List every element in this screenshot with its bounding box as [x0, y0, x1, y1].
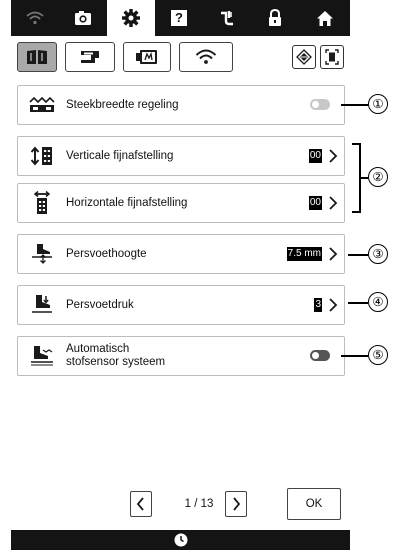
- sub-tab-bar: [11, 36, 350, 78]
- callout-1: ①: [368, 94, 388, 114]
- chevron-right-icon: [233, 497, 241, 511]
- callout-line: [359, 177, 368, 179]
- callout-line: [348, 302, 368, 304]
- setting-horizontal-fine-adjust[interactable]: Horizontale fijnafstelling 00: [17, 183, 345, 223]
- horizontal-adjust-icon: [33, 191, 51, 214]
- presser-foot-pressure-icon: [32, 295, 52, 313]
- embroidery-icon: [136, 50, 157, 64]
- chevron-right-icon[interactable]: [326, 296, 340, 314]
- setting-label: Steekbreedte regeling: [66, 98, 179, 111]
- setting-label: Automatisch stofsensor systeem: [66, 343, 166, 368]
- tab-home[interactable]: [299, 0, 350, 36]
- setting-label: Horizontale fijnafstelling: [66, 196, 188, 209]
- camera-icon: [75, 11, 91, 25]
- setting-presser-foot-pressure[interactable]: Persvoetdruk 3: [17, 285, 345, 325]
- manual-icon: [27, 50, 47, 64]
- tab-help[interactable]: ?: [155, 0, 203, 36]
- horizontal-adjust-value: 00: [308, 196, 322, 210]
- callout-line: [341, 104, 368, 106]
- stitch-width-toggle[interactable]: [310, 99, 330, 110]
- help-icon: ?: [171, 10, 187, 26]
- setting-vertical-fine-adjust[interactable]: Verticale fijnafstelling 00: [17, 136, 345, 176]
- home-icon: [316, 10, 333, 26]
- callout-line: [348, 254, 368, 256]
- fabric-sensor-icon: [31, 346, 53, 366]
- stitch-width-icon: [29, 96, 55, 112]
- subtab-embroidery[interactable]: [123, 42, 171, 72]
- vertical-adjust-icon: [30, 146, 52, 166]
- vertical-adjust-value: 00: [308, 149, 322, 163]
- next-page-button[interactable]: [225, 491, 247, 517]
- chevron-right-icon[interactable]: [326, 194, 340, 212]
- tab-needle[interactable]: [203, 0, 251, 36]
- settings-screen: ? Steekbreedte regeling Verticale fijnaf…: [11, 0, 350, 550]
- subtab-wireless[interactable]: [179, 42, 233, 72]
- wireless-icon: [195, 49, 217, 64]
- callout-line: [341, 355, 368, 357]
- callout-4: ④: [368, 292, 388, 312]
- setting-label: Verticale fijnafstelling: [66, 149, 174, 162]
- subtab-manual[interactable]: [17, 42, 57, 72]
- lock-icon: [269, 9, 281, 26]
- setting-label: Persvoethoogte: [66, 247, 147, 260]
- tab-camera[interactable]: [59, 0, 107, 36]
- chevron-right-icon[interactable]: [326, 245, 340, 263]
- page-indicator: 1 / 13: [184, 498, 214, 510]
- presser-foot-height-value: 7.5 mm: [286, 247, 322, 261]
- clock-icon[interactable]: [174, 533, 188, 547]
- presser-foot-height-icon: [32, 244, 52, 264]
- needle-icon: [221, 11, 233, 26]
- setting-stitch-width-control[interactable]: Steekbreedte regeling: [17, 85, 345, 125]
- gear-icon: [122, 9, 140, 27]
- callout-3: ③: [368, 244, 388, 264]
- callout-2: ②: [368, 167, 388, 187]
- tab-settings[interactable]: [107, 0, 155, 36]
- chevron-right-icon[interactable]: [326, 147, 340, 165]
- setting-label: Persvoetdruk: [66, 298, 134, 311]
- diamond-icon: [296, 49, 312, 65]
- tab-wifi[interactable]: [11, 0, 59, 36]
- screen-button[interactable]: [320, 45, 344, 69]
- frame-icon: [325, 49, 339, 65]
- callout-5: ⑤: [368, 345, 388, 365]
- presser-foot-pressure-value: 3: [314, 298, 322, 312]
- bottom-status-bar: [11, 530, 350, 550]
- setting-auto-fabric-sensor[interactable]: Automatisch stofsensor systeem: [17, 336, 345, 376]
- tab-lock[interactable]: [251, 0, 299, 36]
- previous-page-button[interactable]: [130, 491, 152, 517]
- fabric-sensor-toggle[interactable]: [310, 350, 330, 361]
- scan-button[interactable]: [292, 45, 316, 69]
- ok-button[interactable]: OK: [287, 488, 341, 520]
- chevron-left-icon: [136, 497, 144, 511]
- subtab-sewing[interactable]: [65, 42, 115, 72]
- sewing-machine-icon: [81, 51, 99, 63]
- top-tab-bar: ?: [11, 0, 350, 36]
- setting-presser-foot-height[interactable]: Persvoethoogte 7.5 mm: [17, 234, 345, 274]
- wifi-icon: [26, 11, 44, 25]
